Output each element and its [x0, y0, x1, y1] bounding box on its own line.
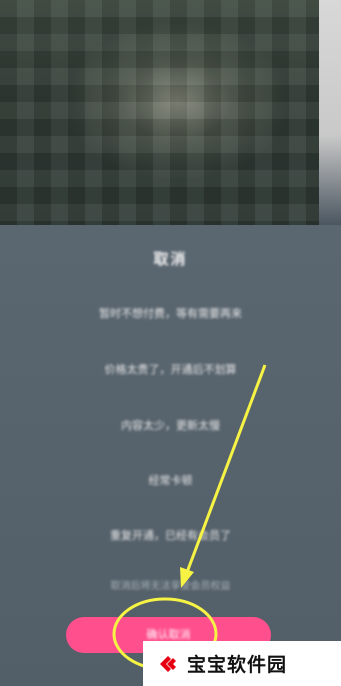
- edge-strip: [319, 0, 341, 225]
- brand-logo-icon: [160, 655, 176, 672]
- reason-option[interactable]: 暂时不想付费，等有需要再来: [0, 305, 341, 321]
- reason-option[interactable]: 重复开通，已经有会员了: [0, 527, 341, 543]
- blurred-video-preview: [0, 0, 341, 225]
- pixelation-overlay: [0, 0, 341, 225]
- reason-option[interactable]: 价格太贵了，开通后不划算: [0, 361, 341, 377]
- watermark: 宝宝软件园: [143, 641, 341, 686]
- dialog-title: 取消: [153, 250, 188, 268]
- reason-option[interactable]: 经常卡顿: [0, 472, 341, 488]
- confirm-cancel-label: 确认取消: [146, 628, 191, 641]
- reason-option[interactable]: 内容太少，更新太慢: [0, 417, 341, 433]
- dialog-hint: 取消后将无法享受会员权益: [110, 581, 231, 592]
- watermark-brand: 宝宝软件园: [187, 654, 288, 676]
